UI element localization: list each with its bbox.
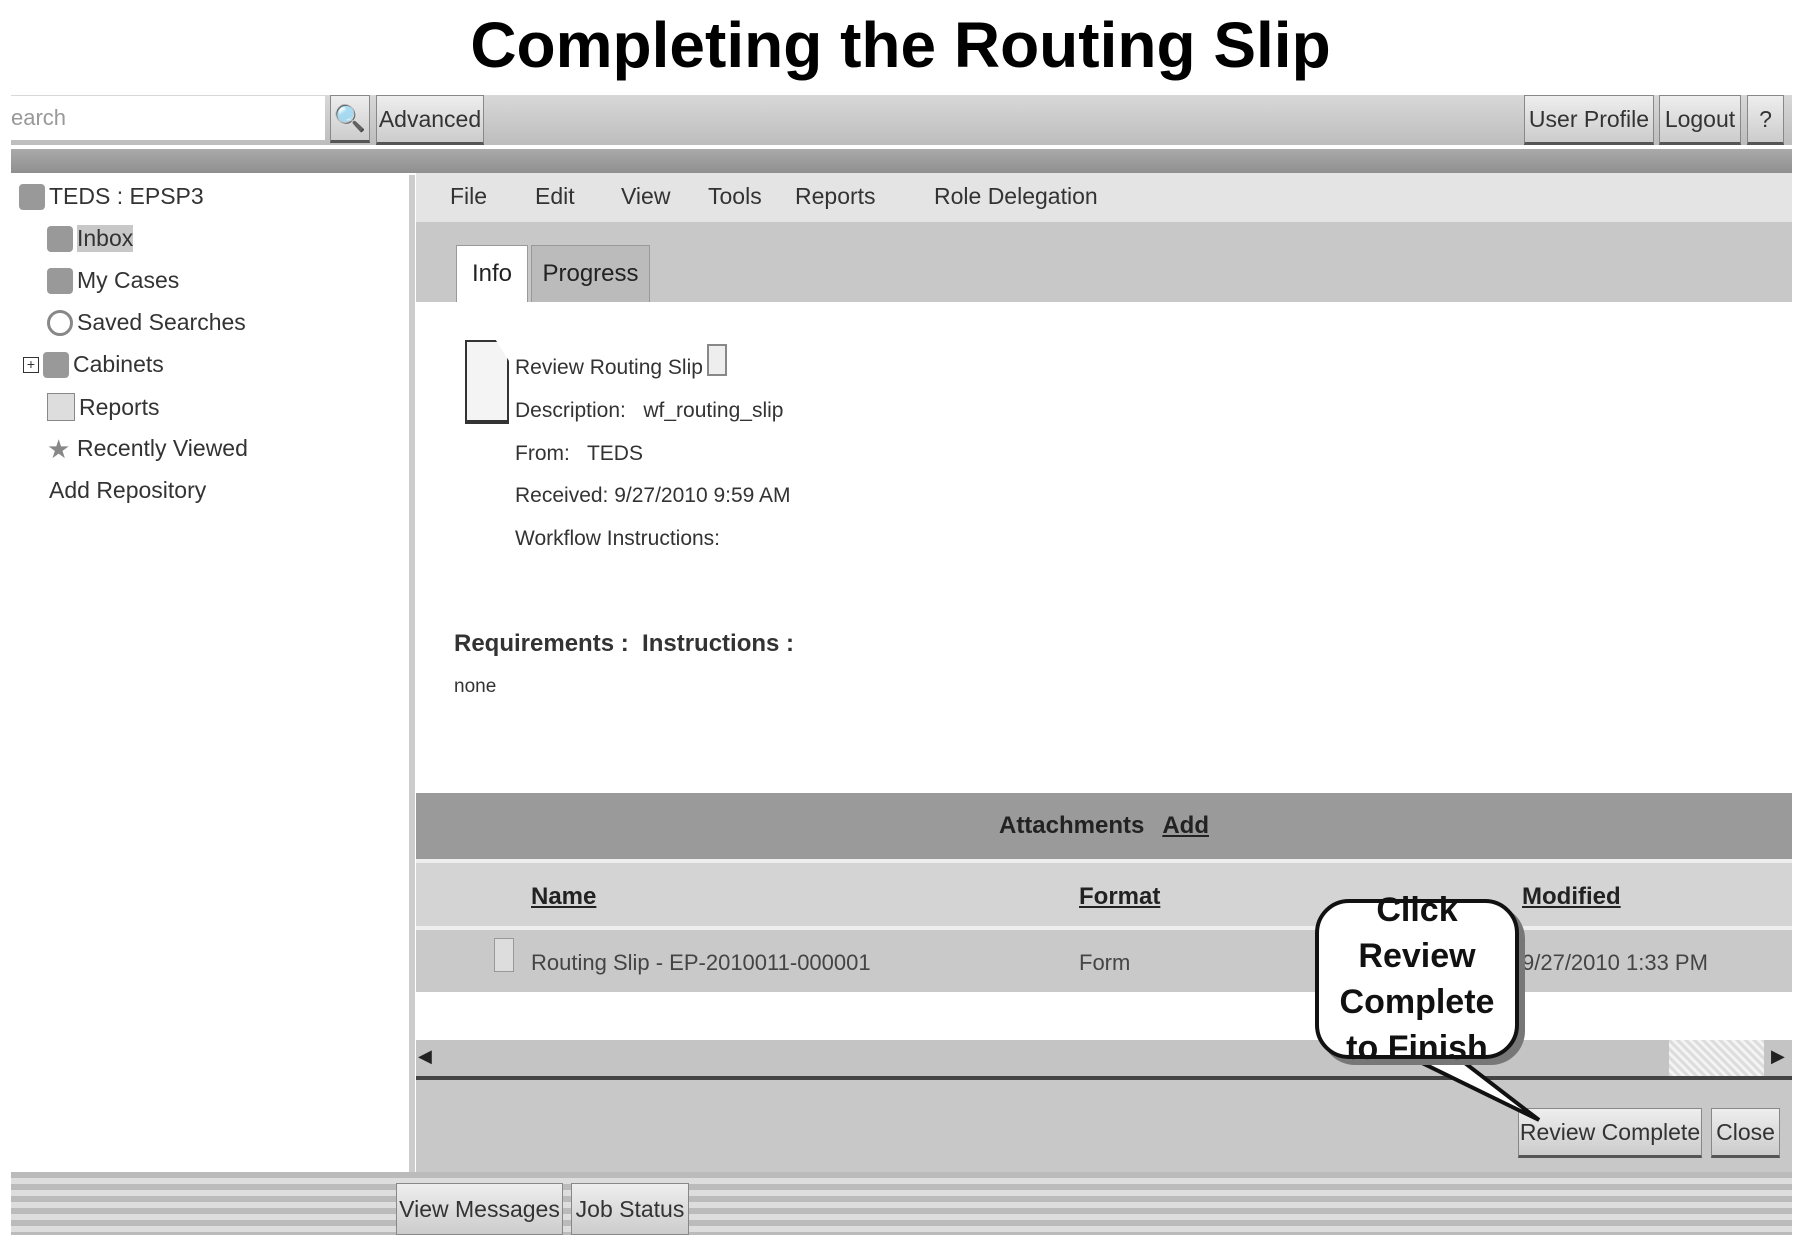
sidebar-item-reports[interactable]: Reports: [47, 393, 160, 421]
sidebar-tree: TEDS : EPSP3 Inbox My Cases Saved Search…: [11, 175, 415, 1172]
search-icon: [47, 309, 73, 336]
tab-bar: Info Progress: [416, 222, 1792, 302]
search-input[interactable]: [11, 96, 325, 140]
sidebar-item-inbox[interactable]: Inbox: [47, 225, 134, 252]
scroll-track[interactable]: [1669, 1040, 1764, 1076]
attachments-header: Attachments Add: [416, 793, 1792, 859]
requirements-heading: Requirements : Instructions :: [454, 630, 795, 657]
divider-band: [11, 149, 1792, 173]
search-button[interactable]: 🔍: [330, 95, 370, 143]
scroll-left-icon[interactable]: ◀: [418, 1046, 432, 1067]
from-text: From: TEDS: [515, 442, 643, 465]
sidebar-item-cabinets[interactable]: + Cabinets: [23, 351, 164, 378]
expand-icon[interactable]: +: [23, 356, 39, 373]
page-title: Completing the Routing Slip: [470, 9, 1331, 81]
star-icon: ★: [47, 433, 71, 464]
received-text: Received: 9/27/2010 9:59 AM: [515, 484, 791, 507]
close-button[interactable]: Close: [1711, 1108, 1780, 1158]
menu-bar: File Edit View Tools Reports Role Delega…: [416, 173, 1792, 222]
attachment-modified: 9/27/2010 1:33 PM: [1522, 950, 1708, 975]
logout-button[interactable]: Logout: [1659, 95, 1741, 145]
report-icon: [47, 393, 75, 421]
advanced-button[interactable]: Advanced: [376, 95, 484, 145]
column-modified[interactable]: Modified: [1522, 883, 1621, 911]
tree-root[interactable]: TEDS : EPSP3: [19, 183, 204, 210]
table-row[interactable]: Routing Slip - EP-2010011-000001 Form 9/…: [416, 926, 1792, 992]
bottom-bar: [11, 1172, 1792, 1235]
view-messages-button[interactable]: View Messages: [396, 1183, 563, 1235]
sidebar-item-label: Saved Searches: [77, 309, 246, 335]
info-panel: Review Routing Slip Description: wf_rout…: [416, 302, 1792, 793]
description-text: Description: wf_routing_slip: [515, 399, 784, 422]
scroll-right-icon[interactable]: ▶: [1771, 1046, 1785, 1067]
add-attachment-link[interactable]: Add: [1162, 812, 1209, 840]
form-icon: [494, 938, 514, 972]
menu-edit[interactable]: Edit: [535, 183, 575, 210]
attachments-column-header: Name Format Modified: [416, 859, 1792, 930]
workflow-instructions-label: Workflow Instructions:: [515, 527, 721, 550]
menu-view[interactable]: View: [621, 183, 670, 210]
sidebar-item-my-cases[interactable]: My Cases: [47, 267, 179, 294]
attachment-icon[interactable]: [707, 344, 727, 376]
sidebar-item-saved-searches[interactable]: Saved Searches: [47, 309, 246, 336]
callout-bubble: Click Review Complete to Finish: [1315, 891, 1519, 1067]
tab-info[interactable]: Info: [456, 245, 528, 302]
attachments-label: Attachments: [998, 812, 1145, 839]
sidebar-item-label: Recently Viewed: [77, 435, 248, 461]
menu-reports[interactable]: Reports: [795, 183, 876, 210]
magnifier-icon: 🔍: [333, 102, 367, 133]
menu-tools[interactable]: Tools: [708, 183, 762, 210]
cabinet-icon: [43, 351, 69, 378]
menu-role-delegation[interactable]: Role Delegation: [934, 183, 1098, 210]
cases-icon: [47, 267, 73, 294]
job-status-button[interactable]: Job Status: [571, 1183, 689, 1235]
add-repository-link[interactable]: Add Repository: [49, 477, 206, 504]
user-profile-button[interactable]: User Profile: [1524, 95, 1654, 145]
sidebar-item-recently-viewed[interactable]: ★ Recently Viewed: [47, 435, 248, 462]
attachment-format: Form: [1079, 950, 1131, 975]
tree-root-label: TEDS : EPSP3: [49, 183, 204, 209]
tab-progress[interactable]: Progress: [531, 245, 650, 302]
document-icon: [465, 340, 509, 424]
inbox-icon: [47, 225, 73, 252]
attachment-name[interactable]: Routing Slip - EP-2010011-000001: [531, 950, 871, 976]
sidebar-item-label: My Cases: [77, 267, 180, 293]
requirements-value: none: [454, 676, 497, 697]
sidebar-item-label: Inbox: [77, 225, 134, 252]
menu-file[interactable]: File: [450, 183, 487, 210]
repository-icon: [19, 183, 45, 210]
column-name[interactable]: Name: [531, 883, 596, 911]
workitem-name[interactable]: Review Routing Slip: [515, 356, 703, 380]
column-format[interactable]: Format: [1079, 883, 1160, 911]
horizontal-scrollbar[interactable]: ◀ ▶: [416, 1040, 1792, 1080]
sidebar-item-label: Reports: [79, 393, 160, 420]
sidebar-item-label: Cabinets: [73, 351, 164, 377]
help-button[interactable]: ?: [1747, 95, 1784, 145]
